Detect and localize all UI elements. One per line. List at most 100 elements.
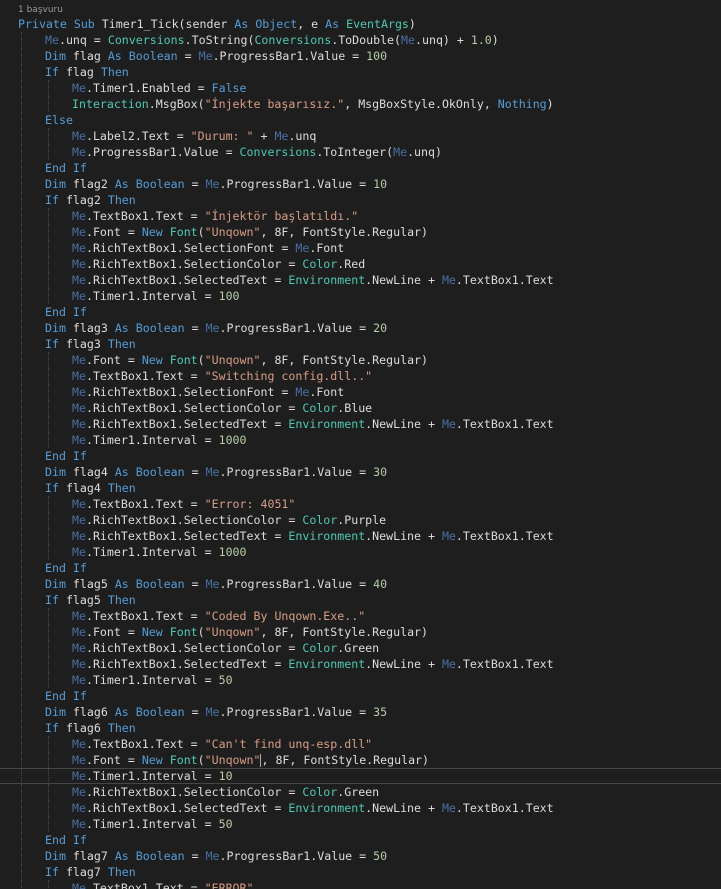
code-token: , 8F, FontStyle.Regular): [260, 625, 429, 639]
code-line[interactable]: If flag2 Then: [0, 192, 721, 208]
code-line[interactable]: Me.Timer1.Interval = 50: [0, 816, 721, 832]
code-line[interactable]: End If: [0, 560, 721, 576]
code-token: .unq: [288, 129, 317, 143]
indent-guide: [48, 640, 49, 656]
code-line[interactable]: Dim flag2 As Boolean = Me.ProgressBar1.V…: [0, 176, 721, 192]
code-line[interactable]: Me.RichTextBox1.SelectionColor = Color.G…: [0, 784, 721, 800]
code-line[interactable]: End If: [0, 160, 721, 176]
indent-guide: [21, 864, 22, 880]
indent-guide: [21, 704, 22, 720]
code-token: .TextBox1.Text =: [85, 209, 205, 223]
code-line[interactable]: End If: [0, 448, 721, 464]
code-line[interactable]: Me.RichTextBox1.SelectionColor = Color.P…: [0, 512, 721, 528]
code-line[interactable]: If flag5 Then: [0, 592, 721, 608]
indent-guide: [21, 688, 22, 704]
code-token: .Timer1.Interval =: [85, 817, 219, 831]
indent-guide: [21, 432, 22, 448]
code-line[interactable]: Me.RichTextBox1.SelectionFont = Me.Font: [0, 240, 721, 256]
code-line[interactable]: Me.Timer1.Interval = 50: [0, 672, 721, 688]
code-line[interactable]: End If: [0, 832, 721, 848]
code-line[interactable]: Me.Label2.Text = "Durum: " + Me.unq: [0, 128, 721, 144]
code-line[interactable]: Me.RichTextBox1.SelectionColor = Color.B…: [0, 400, 721, 416]
code-line[interactable]: Me.TextBox1.Text = "Error: 4051": [0, 496, 721, 512]
code-line[interactable]: Private Sub Timer1_Tick(sender As Object…: [0, 16, 721, 32]
code-token: Dim: [45, 321, 73, 335]
code-line[interactable]: Me.RichTextBox1.SelectedText = Environme…: [0, 656, 721, 672]
code-line[interactable]: Dim flag7 As Boolean = Me.ProgressBar1.V…: [0, 848, 721, 864]
code-line[interactable]: If flag3 Then: [0, 336, 721, 352]
code-line[interactable]: Me.Timer1.Interval = 1000: [0, 544, 721, 560]
code-token: .ProgressBar1.Value =: [85, 145, 240, 159]
code-line[interactable]: Me.Font = New Font("Unqown", 8F, FontSty…: [0, 352, 721, 368]
code-text: Me.RichTextBox1.SelectionColor = Color.R…: [72, 256, 365, 272]
indent-guide: [21, 64, 22, 80]
indent-guide: [21, 96, 22, 112]
code-editor[interactable]: 1 başvuru Private Sub Timer1_Tick(sender…: [0, 0, 721, 889]
code-line[interactable]: If flag Then: [0, 64, 721, 80]
code-token: .RichTextBox1.SelectionFont =: [85, 385, 296, 399]
code-line[interactable]: Dim flag As Boolean = Me.ProgressBar1.Va…: [0, 48, 721, 64]
code-line[interactable]: Me.TextBox1.Text = "ERROR": [0, 880, 721, 889]
code-line[interactable]: Dim flag3 As Boolean = Me.ProgressBar1.V…: [0, 320, 721, 336]
codelens-references[interactable]: 1 başvuru: [18, 4, 63, 16]
code-token: .Blue: [337, 401, 373, 415]
code-text: Me.TextBox1.Text = "ERROR": [72, 880, 254, 889]
code-line[interactable]: Me.TextBox1.Text = "Switching config.dll…: [0, 368, 721, 384]
code-line[interactable]: Me.RichTextBox1.SelectedText = Environme…: [0, 528, 721, 544]
code-text: Dim flag2 As Boolean = Me.ProgressBar1.V…: [45, 176, 387, 192]
code-line[interactable]: End If: [0, 688, 721, 704]
code-token: "Unqown": [204, 225, 261, 239]
code-line[interactable]: Me.Timer1.Interval = 10: [0, 768, 721, 784]
code-line[interactable]: Me.Font = New Font("Unqown", 8F, FontSty…: [0, 224, 721, 240]
code-line[interactable]: Me.RichTextBox1.SelectionColor = Color.G…: [0, 640, 721, 656]
code-line[interactable]: Me.RichTextBox1.SelectionColor = Color.R…: [0, 256, 721, 272]
code-line[interactable]: Me.RichTextBox1.SelectedText = Environme…: [0, 800, 721, 816]
code-line[interactable]: Me.Timer1.Interval = 100: [0, 288, 721, 304]
code-line[interactable]: Me.unq = Conversions.ToString(Conversion…: [0, 32, 721, 48]
code-token: "Error: 4051": [204, 497, 296, 511]
code-token: .NewLine +: [365, 529, 442, 543]
code-area[interactable]: Private Sub Timer1_Tick(sender As Object…: [0, 16, 721, 889]
indent-guide: [21, 560, 22, 576]
indent-guide: [21, 224, 22, 240]
code-line[interactable]: Me.Font = New Font("Unqown", 8F, FontSty…: [0, 752, 721, 768]
code-line[interactable]: Me.Timer1.Interval = 1000: [0, 432, 721, 448]
indent-guide: [21, 320, 22, 336]
code-token: Me: [72, 753, 86, 767]
code-line[interactable]: Me.TextBox1.Text = "Can't find unq-esp.d…: [0, 736, 721, 752]
code-token: 1000: [218, 545, 247, 559]
code-line[interactable]: End If: [0, 304, 721, 320]
indent-guide: [21, 176, 22, 192]
code-token: =: [184, 177, 206, 191]
code-token: .ToDouble(: [331, 33, 402, 47]
code-line[interactable]: Dim flag5 As Boolean = Me.ProgressBar1.V…: [0, 576, 721, 592]
indent-guide: [48, 544, 49, 560]
code-line[interactable]: Me.RichTextBox1.SelectionFont = Me.Font: [0, 384, 721, 400]
code-token: "İnjekte başarısız.": [204, 97, 345, 111]
code-line[interactable]: Me.Font = New Font("Unqown", 8F, FontSty…: [0, 624, 721, 640]
code-token: 50: [373, 849, 388, 863]
code-line[interactable]: If flag4 Then: [0, 480, 721, 496]
code-line[interactable]: Me.Timer1.Enabled = False: [0, 80, 721, 96]
code-line[interactable]: Dim flag6 As Boolean = Me.ProgressBar1.V…: [0, 704, 721, 720]
code-line[interactable]: Me.RichTextBox1.SelectedText = Environme…: [0, 272, 721, 288]
code-line[interactable]: Interaction.MsgBox("İnjekte başarısız.",…: [0, 96, 721, 112]
code-line[interactable]: Me.TextBox1.Text = "İnjektör başlatıldı.…: [0, 208, 721, 224]
code-token: .RichTextBox1.SelectionColor =: [85, 641, 303, 655]
code-line[interactable]: Dim flag4 As Boolean = Me.ProgressBar1.V…: [0, 464, 721, 480]
indent-guide: [48, 208, 49, 224]
code-token: End If: [45, 161, 87, 175]
code-line[interactable]: Me.RichTextBox1.SelectedText = Environme…: [0, 416, 721, 432]
indent-guide: [21, 672, 22, 688]
code-text: Me.Font = New Font("Unqown", 8F, FontSty…: [72, 624, 428, 640]
code-token: .unq): [407, 145, 442, 159]
code-line[interactable]: Me.TextBox1.Text = "Coded By Unqown.Exe.…: [0, 608, 721, 624]
code-token: flag5: [65, 593, 108, 607]
code-line[interactable]: If flag7 Then: [0, 864, 721, 880]
code-line[interactable]: Else: [0, 112, 721, 128]
code-token: Me: [72, 657, 86, 671]
code-line[interactable]: If flag6 Then: [0, 720, 721, 736]
indent-guide: [21, 304, 22, 320]
indent-guide: [48, 256, 49, 272]
code-line[interactable]: Me.ProgressBar1.Value = Conversions.ToIn…: [0, 144, 721, 160]
